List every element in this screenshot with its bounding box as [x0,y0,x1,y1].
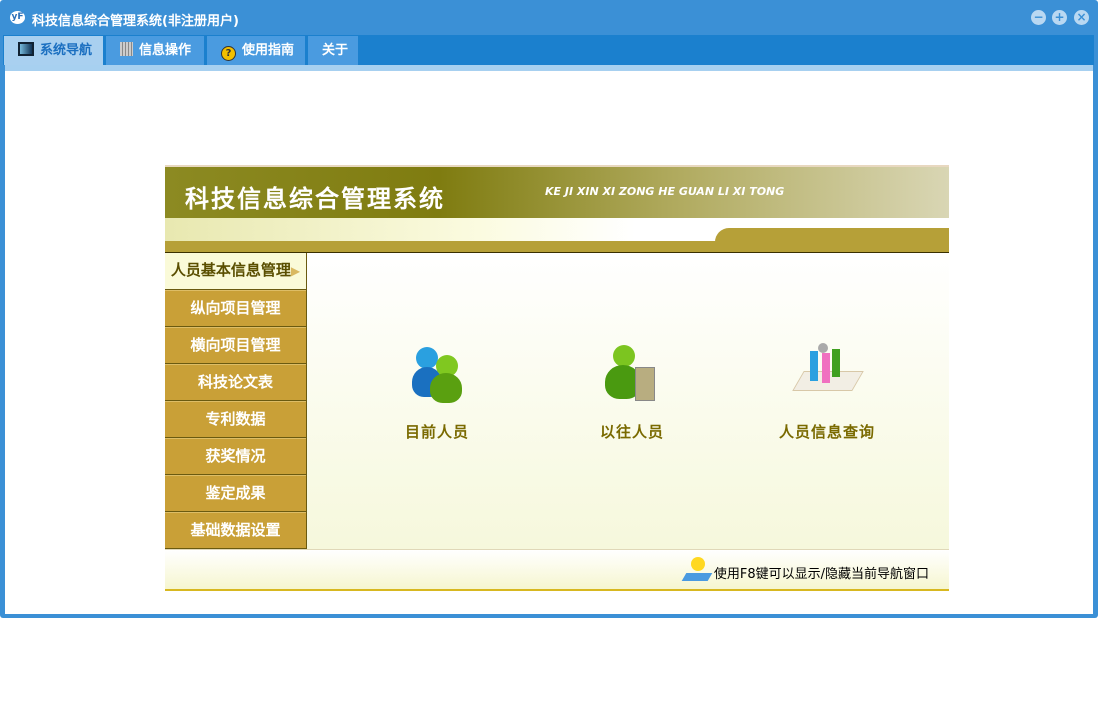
monitor-icon [18,42,34,56]
main-area: 目前人员 以往人员 人员信息查询 [307,253,949,549]
banner-title: 科技信息综合管理系统 [185,185,445,213]
banner: 科技信息综合管理系统 KE JI XIN XI ZONG HE GUAN LI … [165,165,949,218]
people-query-button[interactable]: 人员信息查询 [762,341,892,442]
current-people-button[interactable]: 目前人员 [382,341,492,442]
sidebar-item-personnel[interactable]: 人员基本信息管理▶ [165,253,306,290]
app-logo-icon: yF [10,11,25,24]
tab-info-ops[interactable]: 信息操作 [106,36,204,65]
people-query-icon [792,341,864,411]
sidebar: 人员基本信息管理▶ 纵向项目管理 横向项目管理 科技论文表 专利数据 获奖情况 … [165,253,307,549]
current-people-icon [402,341,472,411]
lightbulb-icon [681,557,713,583]
tab-user-guide[interactable]: ? 使用指南 [207,36,305,65]
grid-icon [120,42,133,56]
sidebar-item-base-data[interactable]: 基础数据设置 [165,512,306,549]
hint: 使用F8键可以显示/隐藏当前导航窗口 [681,557,929,582]
menu-tabs: 系统导航 信息操作 ? 使用指南 关于 [3,35,1094,65]
help-icon: ? [221,46,236,61]
former-people-icon [597,341,667,411]
app-window: yF 科技信息综合管理系统(非注册用户) − + × 系统导航 信息操作 ? 使用… [0,0,1098,618]
sidebar-item-appraisals[interactable]: 鉴定成果 [165,475,306,512]
hint-text: 使用F8键可以显示/隐藏当前导航窗口 [713,567,929,582]
sidebar-item-papers[interactable]: 科技论文表 [165,364,306,401]
banner-band-curve [715,228,949,252]
arrow-right-icon: ▶ [290,264,301,278]
former-people-button[interactable]: 以往人员 [577,341,687,442]
sidebar-item-vertical-projects[interactable]: 纵向项目管理 [165,290,306,327]
sidebar-item-horizontal-projects[interactable]: 横向项目管理 [165,327,306,364]
navigation-panel: 科技信息综合管理系统 KE JI XIN XI ZONG HE GUAN LI … [165,165,949,591]
tab-system-nav[interactable]: 系统导航 [4,36,103,65]
footer: 使用F8键可以显示/隐藏当前导航窗口 [165,549,949,591]
maximize-button[interactable]: + [1052,10,1067,25]
close-button[interactable]: × [1074,10,1089,25]
minimize-button[interactable]: − [1031,10,1046,25]
tab-about[interactable]: 关于 [308,36,358,65]
title-bar: yF 科技信息综合管理系统(非注册用户) − + × [0,0,1098,36]
sidebar-item-patents[interactable]: 专利数据 [165,401,306,438]
sidebar-item-awards[interactable]: 获奖情况 [165,438,306,475]
window-title: 科技信息综合管理系统(非注册用户) [32,14,239,29]
banner-subtitle: KE JI XIN XI ZONG HE GUAN LI XI TONG [545,185,785,198]
